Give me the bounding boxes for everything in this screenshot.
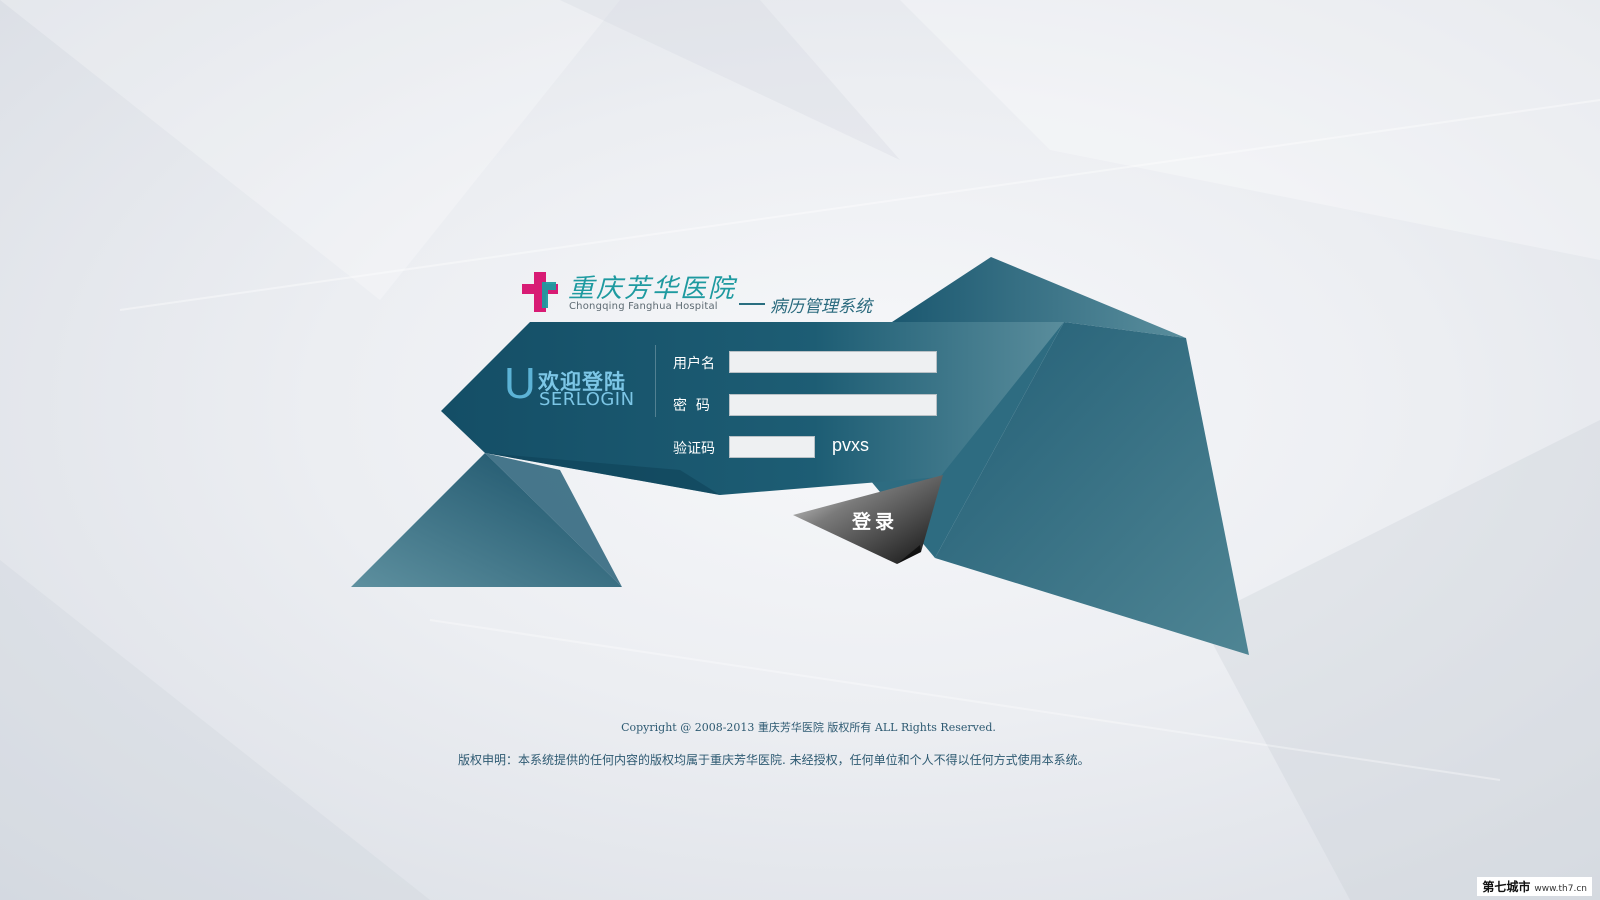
welcome-letter: U (504, 359, 536, 408)
title-dash (739, 303, 765, 305)
password-input[interactable] (729, 394, 937, 416)
login-button[interactable] (793, 475, 943, 565)
hospital-name-cn: 重庆芳华医院 (568, 274, 737, 304)
username-label: 用户名 (673, 356, 715, 372)
system-name: 病历管理系统 (770, 297, 872, 317)
username-input[interactable] (729, 351, 937, 373)
captcha-label: 验证码 (673, 441, 715, 457)
captcha-code[interactable]: pvxs (832, 435, 869, 456)
password-label: 密 码 (673, 395, 710, 415)
watermark: 第七城市 www.th7.cn (1477, 877, 1592, 896)
watermark-url: www.th7.cn (1534, 884, 1587, 894)
password-label-text: 密 码 (673, 398, 710, 414)
login-page: 重庆芳华医院 Chongqing Fanghua Hospital 病历管理系统… (0, 0, 1600, 900)
captcha-input[interactable] (729, 436, 815, 458)
welcome-divider (655, 345, 656, 417)
welcome-title-en: SERLOGIN (539, 389, 635, 410)
hospital-name-en: Chongqing Fanghua Hospital (569, 301, 718, 312)
watermark-text: 第七城市 (1482, 880, 1531, 894)
hospital-logo-icon (522, 272, 558, 312)
copyright-text: Copyright @ 2008-2013 重庆芳华医院 版权所有 ALL Ri… (621, 721, 996, 734)
disclaimer-text: 版权申明：本系统提供的任何内容的版权均属于重庆芳华医院. 未经授权，任何单位和个… (458, 753, 1090, 767)
